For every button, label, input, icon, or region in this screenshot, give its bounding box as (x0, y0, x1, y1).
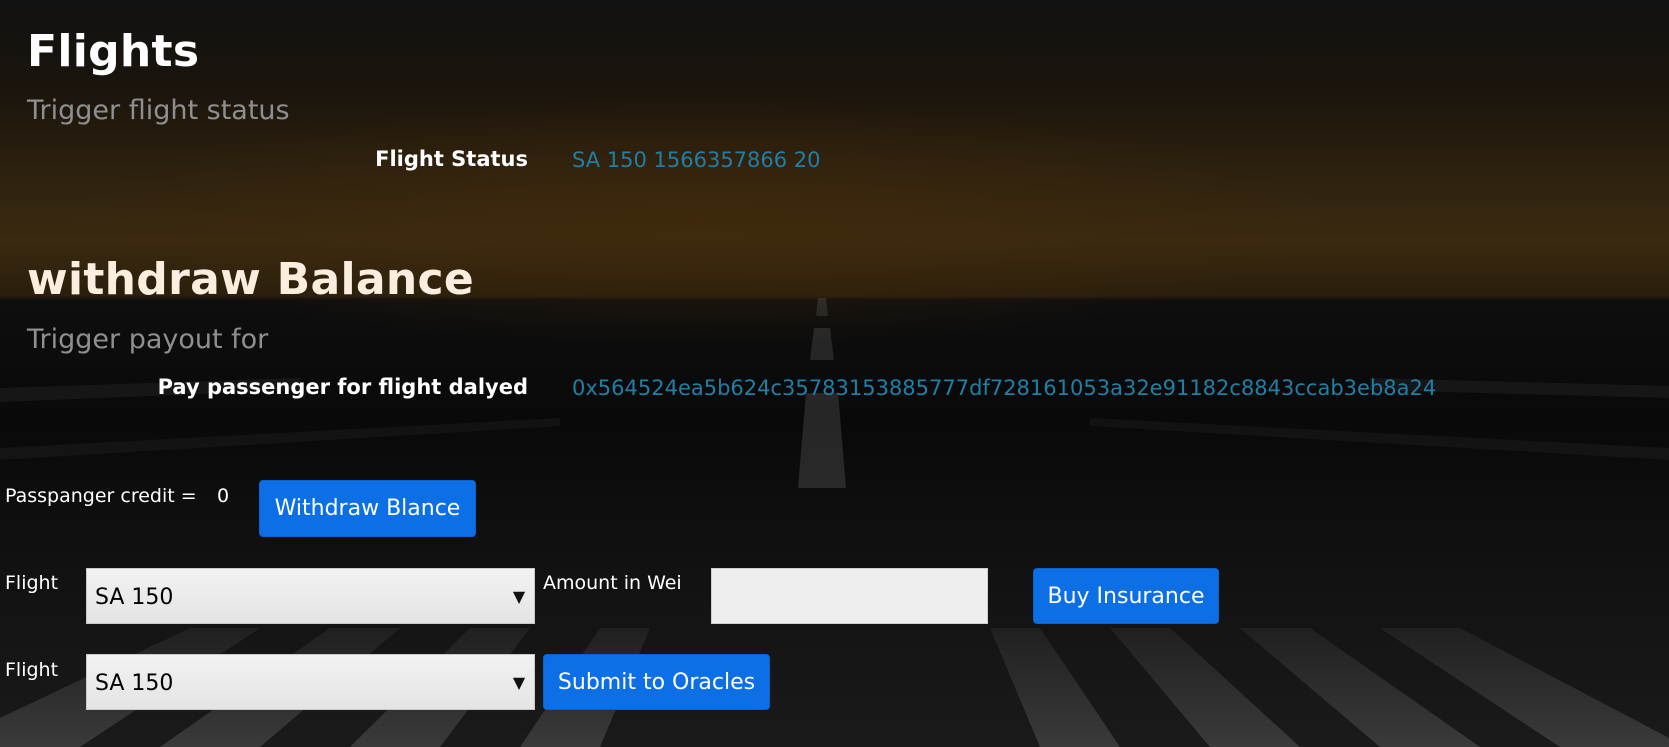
withdraw-balance-button[interactable]: Withdraw Blance (259, 480, 476, 537)
pay-passenger-label: Pay passenger for flight dalyed (157, 375, 528, 399)
passenger-credit-label: Passpanger credit = (5, 485, 197, 507)
insurance-flight-select-value: SA 150 (95, 584, 174, 610)
pay-passenger-value: 0x564524ea5b624c35783153885777df72816105… (572, 376, 1437, 400)
insurance-flight-select[interactable]: SA 150 ▼ (86, 568, 535, 624)
passenger-credit-value: 0 (217, 485, 230, 507)
chevron-down-icon: ▼ (512, 586, 526, 606)
amount-label: Amount in Wei (543, 572, 682, 594)
flight-status-value: SA 150 1566357866 20 (572, 148, 821, 172)
withdraw-subtitle: Trigger payout for (27, 324, 269, 355)
chevron-down-icon: ▼ (512, 672, 526, 692)
amount-input[interactable] (711, 568, 988, 624)
oracle-flight-select[interactable]: SA 150 ▼ (86, 654, 535, 710)
flights-subtitle: Trigger flight status (27, 95, 290, 126)
buy-insurance-button[interactable]: Buy Insurance (1033, 568, 1219, 624)
withdraw-title: withdraw Balance (27, 254, 474, 305)
flights-title: Flights (27, 26, 200, 77)
submit-to-oracles-button[interactable]: Submit to Oracles (543, 654, 770, 710)
oracle-flight-select-value: SA 150 (95, 670, 174, 696)
flight-status-label: Flight Status (375, 147, 528, 171)
oracle-flight-label: Flight (5, 659, 59, 681)
insurance-flight-label: Flight (5, 572, 59, 594)
